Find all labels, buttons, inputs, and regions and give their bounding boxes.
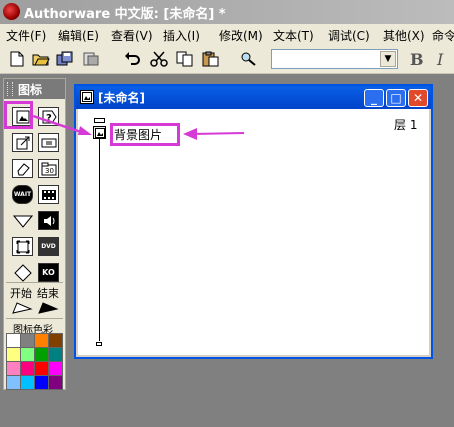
sound-icon[interactable] [38, 211, 59, 230]
map-icon[interactable]: 30 [38, 159, 59, 178]
display-icon[interactable] [93, 126, 106, 139]
design-window-title-bar[interactable]: [未命名] _ □ ✕ [76, 86, 431, 109]
color-swatch[interactable] [34, 347, 49, 362]
menu-text[interactable]: 文本(T) [273, 27, 314, 44]
flowline-exit-marker [96, 342, 102, 346]
menu-other[interactable]: 其他(X) [383, 27, 425, 44]
interaction-icon[interactable]: ? [38, 107, 59, 126]
color-swatch[interactable] [6, 333, 21, 348]
undo-icon[interactable] [122, 48, 144, 70]
start-flag-icon[interactable] [12, 301, 34, 315]
menu-debug[interactable]: 调试(C) [328, 27, 370, 44]
open-folder-icon[interactable] [30, 48, 52, 70]
menu-insert[interactable]: 插入(I) [163, 27, 200, 44]
color-swatch[interactable] [34, 361, 49, 376]
wait-icon[interactable]: WAIT [12, 185, 33, 204]
flowline-entry-marker [94, 118, 105, 123]
color-swatch[interactable] [20, 361, 35, 376]
color-swatch[interactable] [48, 375, 63, 390]
color-swatch[interactable] [48, 361, 63, 376]
erase-icon[interactable] [12, 159, 33, 178]
text-style-dropdown[interactable]: ▼ [271, 49, 398, 69]
calculation-icon[interactable] [38, 133, 59, 152]
italic-button[interactable]: I [437, 50, 443, 69]
color-swatch[interactable] [6, 375, 21, 390]
bold-button[interactable]: B [410, 50, 424, 69]
chevron-down-icon[interactable]: ▼ [380, 51, 396, 67]
app-title: Authorware 中文版: [未命名] * [24, 7, 226, 22]
menu-commands[interactable]: 命令 [432, 27, 454, 44]
decision-icon[interactable] [12, 211, 33, 230]
color-swatch[interactable] [20, 375, 35, 390]
design-window-icon [80, 90, 94, 104]
end-flag-icon[interactable] [38, 301, 60, 315]
import-icon[interactable] [80, 48, 102, 70]
minimize-icon[interactable]: _ [364, 89, 384, 107]
maximize-icon[interactable]: □ [386, 89, 406, 107]
palette-divider [6, 282, 63, 283]
navigate-icon[interactable] [12, 237, 33, 256]
menu-file[interactable]: 文件(F) [6, 27, 46, 44]
dvd-text: DVD [41, 243, 56, 250]
motion-icon[interactable] [12, 133, 33, 152]
design-window-title: [未命名] [98, 91, 145, 105]
menu-view[interactable]: 查看(V) [111, 27, 153, 44]
cut-icon[interactable] [148, 48, 170, 70]
copy-icon[interactable] [174, 48, 196, 70]
color-swatch[interactable] [20, 333, 35, 348]
knowledge-object-icon[interactable]: KO [38, 263, 59, 282]
movie-icon[interactable] [38, 185, 59, 204]
flowline [99, 127, 100, 341]
color-swatch[interactable] [34, 375, 49, 390]
icon-name-label[interactable]: 背景图片 [114, 126, 162, 143]
wait-text: WAIT [13, 191, 32, 198]
svg-text:30: 30 [45, 167, 54, 175]
menu-bar: 文件(F) 编辑(E) 查看(V) 插入(I) 修改(M) 文本(T) 调试(C… [0, 24, 454, 44]
color-swatch[interactable] [34, 333, 49, 348]
paste-icon[interactable] [200, 48, 222, 70]
color-swatch[interactable] [20, 347, 35, 362]
color-swatch-grid [6, 333, 64, 390]
palette-header[interactable]: 图标 [4, 79, 65, 99]
toolbar: ▼ B I [0, 44, 454, 74]
palette-divider [6, 318, 63, 319]
color-swatch[interactable] [6, 347, 21, 362]
layer-indicator: 层 1 [394, 118, 418, 132]
close-icon[interactable]: ✕ [408, 89, 428, 107]
find-icon[interactable] [238, 48, 260, 70]
dvd-video-icon[interactable]: DVD [38, 237, 59, 256]
app-title-bar: Authorware 中文版: [未命名] * [0, 0, 454, 24]
new-file-icon[interactable] [6, 48, 28, 70]
menu-edit[interactable]: 编辑(E) [58, 27, 99, 44]
color-swatch[interactable] [6, 361, 21, 376]
framework-icon[interactable] [12, 263, 33, 282]
color-swatch[interactable] [48, 347, 63, 362]
ko-text: KO [42, 268, 55, 277]
menu-modify[interactable]: 修改(M) [219, 27, 263, 44]
end-flag-label: 结束 [37, 287, 59, 300]
palette-title: 图标 [18, 83, 43, 97]
svg-text:?: ? [46, 113, 52, 124]
grip-icon[interactable] [7, 82, 13, 96]
display-icon-highlight-box [4, 101, 33, 129]
authorware-logo-icon [3, 3, 20, 20]
save-all-icon[interactable] [54, 48, 76, 70]
color-swatch[interactable] [48, 333, 63, 348]
start-flag-label: 开始 [10, 287, 32, 300]
